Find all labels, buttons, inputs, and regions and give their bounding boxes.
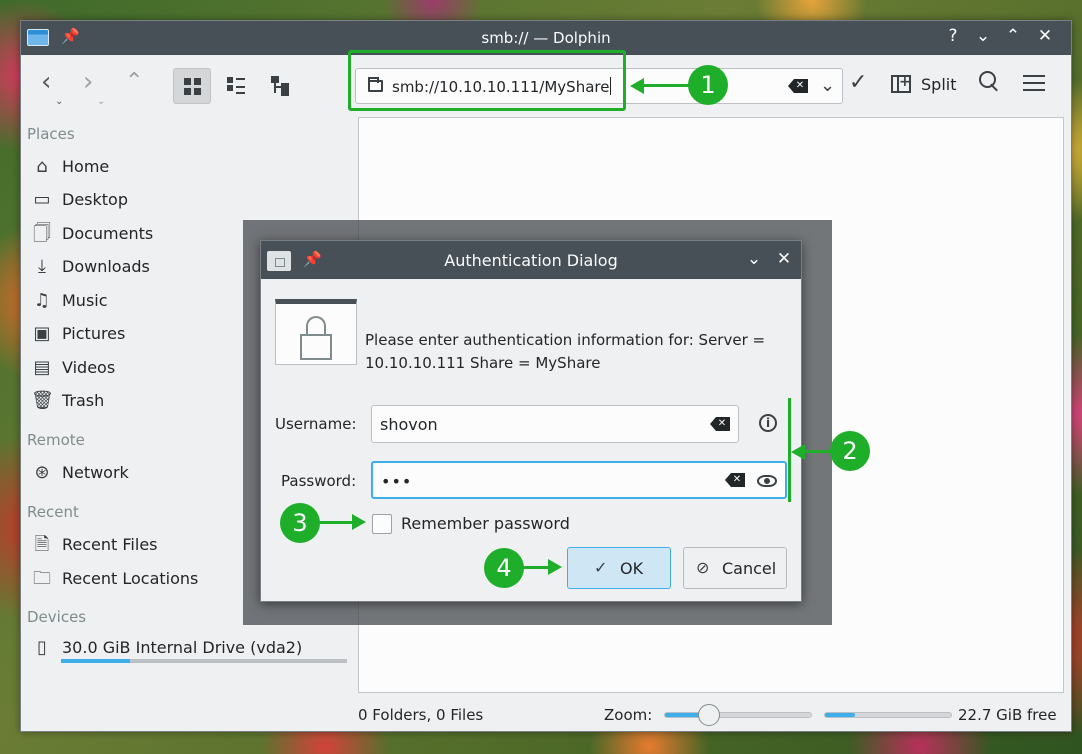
annotation-line-1 — [642, 84, 690, 87]
drive-usage-fill — [61, 659, 130, 663]
sidebar-item-label: 30.0 GiB Internal Drive (vda2) — [62, 638, 303, 657]
sidebar-item-label: Music — [62, 291, 108, 310]
password-field[interactable]: ••• ✕ — [371, 461, 787, 499]
annotation-arrow-4 — [548, 559, 562, 575]
folder-file-count: 0 Folders, 0 Files — [358, 706, 484, 724]
search-icon[interactable] — [979, 71, 999, 93]
username-value: shovon — [380, 415, 438, 434]
maximize-icon[interactable]: ⌃ — [1001, 26, 1025, 46]
icons-view-button[interactable] — [173, 68, 211, 104]
videos-icon: ▤ — [33, 357, 51, 378]
dialog-message: Please enter authentication information … — [365, 331, 766, 372]
username-field[interactable]: shovon ✕ — [371, 405, 739, 443]
close-icon[interactable]: ✕ — [1033, 26, 1057, 46]
compact-view-icon — [227, 77, 245, 95]
cancel-icon: ⊘ — [696, 558, 710, 577]
cancel-button[interactable]: ⊘ Cancel — [683, 547, 787, 589]
dialog-minimize-icon[interactable]: ⌄ — [743, 249, 765, 269]
authentication-dialog: 📌 Authentication Dialog ⌄ ✕ Please enter… — [260, 240, 802, 602]
zoom-label: Zoom: — [604, 706, 653, 724]
icons-view-icon — [184, 78, 202, 96]
dialog-titlebar: 📌 Authentication Dialog ⌄ ✕ — [261, 241, 801, 279]
sidebar-item-desktop[interactable]: ▭ Desktop — [31, 185, 351, 215]
annotation-marker-1: 1 — [688, 65, 728, 105]
annotation-box-location — [348, 50, 626, 111]
clear-location-icon[interactable]: ✕ — [788, 79, 808, 93]
devices-header: Devices — [27, 608, 87, 626]
lock-shackle — [306, 316, 326, 336]
downloads-icon: ⤓ — [38, 256, 46, 277]
lock-icon — [275, 299, 357, 365]
sidebar-item-label: Documents — [62, 224, 154, 243]
split-label: Split — [921, 75, 957, 94]
remember-password-label[interactable]: Remember password — [401, 514, 570, 533]
sidebar-item-label: Network — [62, 463, 129, 482]
sidebar-item-label: Pictures — [62, 324, 126, 343]
music-icon: ♫ — [33, 290, 51, 311]
remote-header: Remote — [27, 431, 85, 449]
annotation-marker-2: 2 — [830, 431, 870, 471]
sidebar-item-label: Videos — [62, 358, 116, 377]
clear-username-icon[interactable]: ✕ — [710, 417, 730, 431]
status-bar: 0 Folders, 0 Files Zoom: 22.7 GiB free — [358, 703, 1064, 727]
up-button[interactable]: ⌃ — [125, 69, 143, 95]
clear-password-icon[interactable]: ✕ — [725, 473, 745, 487]
annotation-marker-3: 3 — [280, 503, 320, 543]
forward-button[interactable]: › ⌄ — [83, 69, 105, 107]
documents-icon: 🗍 — [33, 223, 51, 244]
free-space-bar[interactable] — [824, 712, 952, 718]
zoom-slider[interactable] — [664, 704, 812, 726]
remember-password-checkbox[interactable] — [372, 514, 392, 534]
annotation-line-2 — [803, 450, 833, 453]
sidebar-item-label: Desktop — [62, 190, 128, 209]
recent-header: Recent — [27, 503, 79, 521]
password-value: ••• — [381, 472, 413, 491]
dialog-title: Authentication Dialog — [444, 251, 618, 270]
window-title: smb:// — Dolphin — [481, 29, 611, 47]
sidebar-item-label: Recent Files — [62, 535, 158, 554]
compact-view-button[interactable] — [217, 68, 255, 104]
sidebar-item-label: Home — [62, 157, 110, 176]
minimize-icon[interactable]: ⌄ — [971, 26, 995, 46]
show-password-icon[interactable] — [757, 475, 777, 487]
checkmark-icon: ✓ — [594, 558, 608, 577]
recent-files-icon: 🗎 — [34, 534, 50, 555]
network-icon: ⊛ — [34, 462, 50, 483]
zoom-slider-handle[interactable] — [697, 704, 720, 726]
help-icon[interactable]: ? — [941, 26, 965, 46]
ok-button[interactable]: ✓ OK — [567, 547, 671, 589]
annotation-arrow-3 — [352, 514, 366, 530]
drive-icon: ▯ — [37, 637, 47, 658]
sidebar-item-label: Recent Locations — [62, 569, 199, 588]
confirm-location-icon[interactable]: ✓ — [849, 70, 867, 95]
sidebar-item-label: Downloads — [62, 257, 150, 276]
free-space-fill — [825, 713, 856, 717]
hamburger-menu-icon[interactable] — [1023, 75, 1045, 93]
home-icon: ⌂ — [36, 156, 48, 177]
password-label: Password: — [281, 472, 357, 490]
lock-body — [300, 334, 332, 360]
sidebar-item-label: Trash — [62, 391, 105, 410]
details-view-icon — [271, 76, 289, 96]
free-space-label: 22.7 GiB free — [958, 706, 1057, 724]
back-button[interactable]: ‹ ⌄ — [41, 69, 63, 107]
desktop-icon: ▭ — [33, 189, 51, 210]
drive-usage-bar — [61, 659, 347, 663]
pictures-icon: ▣ — [33, 323, 51, 344]
info-icon[interactable]: i — [759, 414, 777, 432]
details-view-button[interactable] — [261, 68, 299, 104]
split-view-icon — [891, 74, 911, 93]
annotation-line-3 — [318, 521, 354, 524]
places-header: Places — [27, 125, 75, 143]
username-label: Username: — [275, 415, 357, 433]
recent-locations-icon: 🗀 — [33, 568, 51, 589]
annotation-line-4 — [522, 566, 550, 569]
dialog-close-icon[interactable]: ✕ — [773, 249, 795, 269]
ok-label: OK — [620, 559, 644, 578]
location-history-chevron-icon[interactable]: ⌄ — [820, 75, 835, 96]
sidebar-item-home[interactable]: ⌂ Home — [31, 152, 351, 182]
trash-icon: 🗑 — [31, 390, 54, 411]
cancel-label: Cancel — [722, 559, 777, 578]
annotation-marker-4: 4 — [484, 548, 524, 588]
